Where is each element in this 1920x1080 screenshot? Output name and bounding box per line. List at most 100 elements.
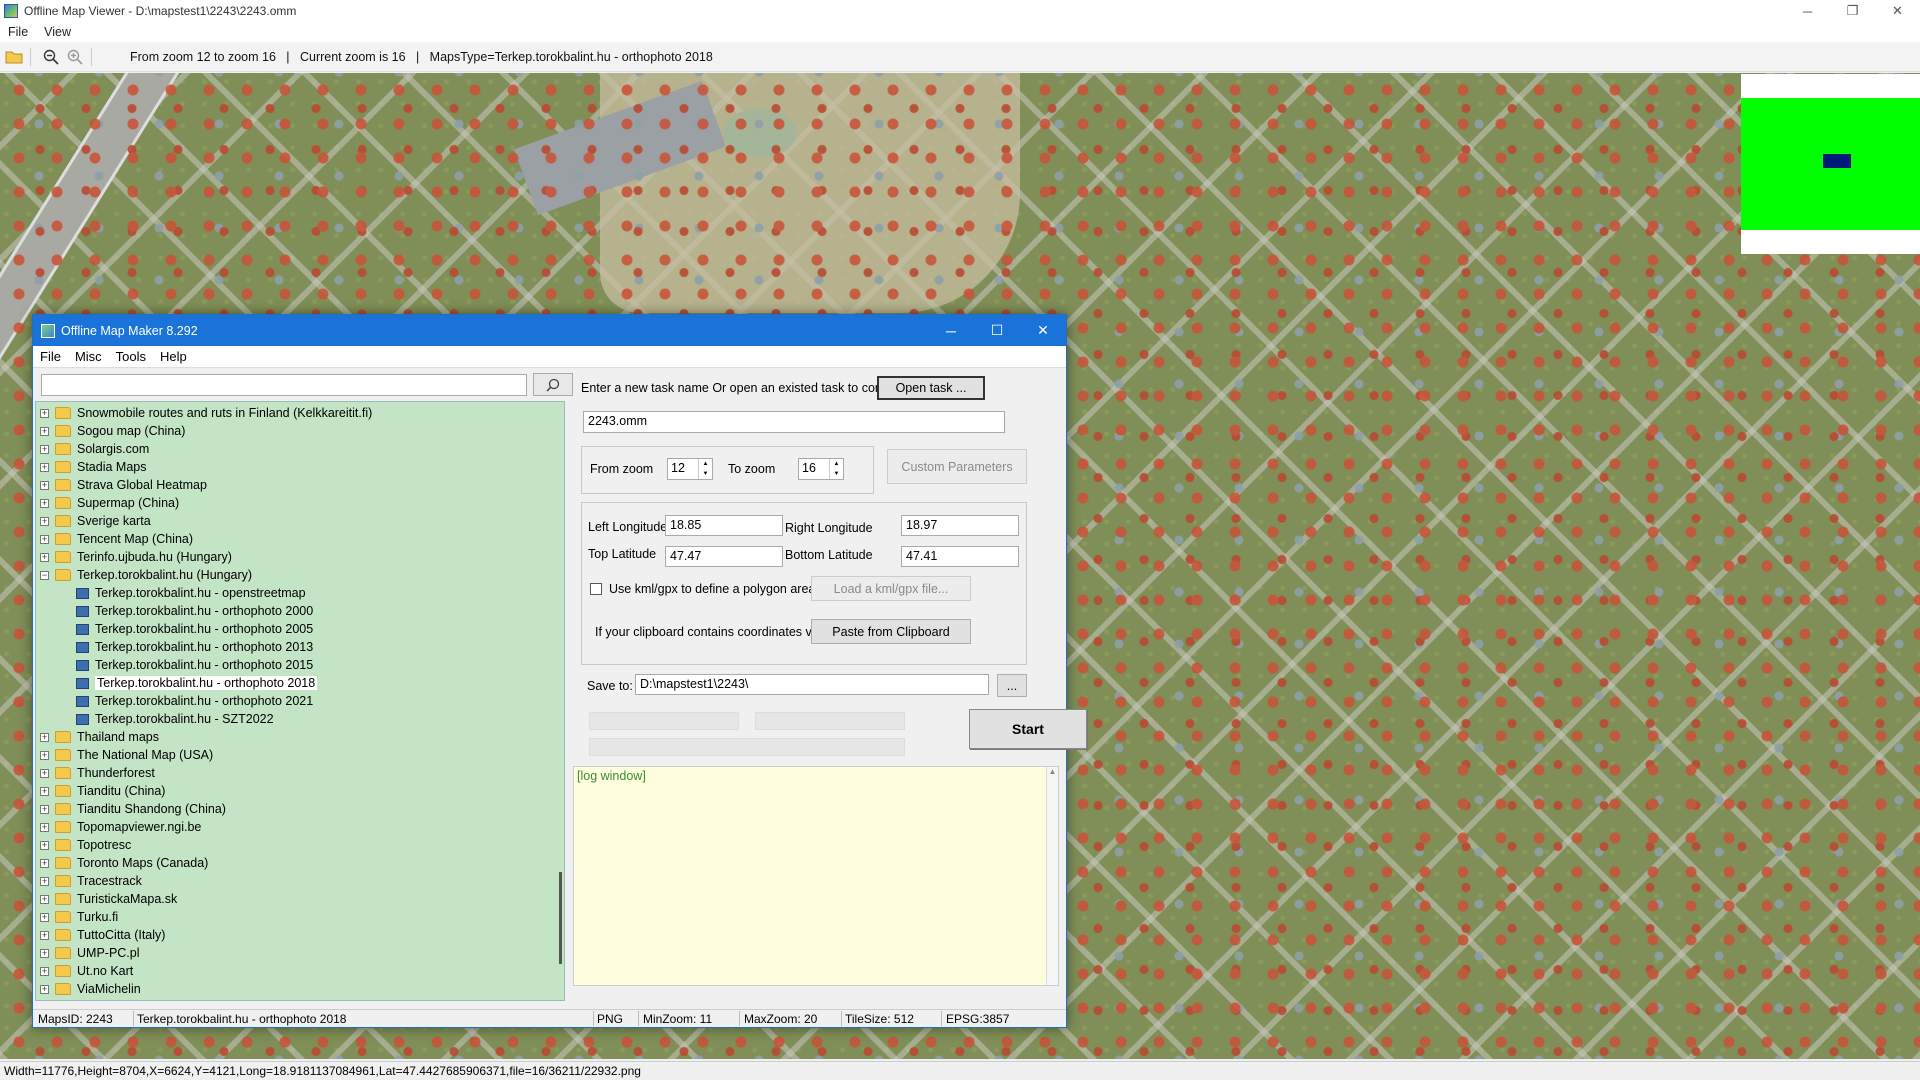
expand-icon[interactable]: + (40, 912, 49, 922)
log-window[interactable]: [log window] ▲ (573, 766, 1059, 986)
tree-folder-item[interactable]: + ViaMichelin (36, 980, 141, 998)
paste-clipboard-button[interactable]: Paste from Clipboard (811, 619, 971, 644)
expand-icon[interactable]: + (40, 786, 49, 796)
tree-folder-item[interactable]: + Stadia Maps (36, 458, 146, 476)
tree-map-item[interactable]: Terkep.torokbalint.hu - orthophoto 2013 (36, 638, 313, 656)
from-zoom-spinner[interactable]: 12 ▲ ▼ (667, 458, 713, 480)
tree-map-item[interactable]: Terkep.torokbalint.hu - orthophoto 2000 (36, 602, 313, 620)
expand-icon[interactable]: + (40, 444, 49, 454)
start-button[interactable]: Start (969, 709, 1087, 749)
bottom-latitude-input[interactable]: 47.41 (901, 546, 1019, 567)
expand-icon[interactable]: + (40, 534, 49, 544)
expand-icon[interactable]: + (40, 750, 49, 760)
zoom-in-icon[interactable] (65, 47, 85, 67)
browse-button[interactable]: ... (997, 674, 1027, 697)
expand-icon[interactable]: + (40, 804, 49, 814)
log-scrollbar[interactable]: ▲ (1046, 767, 1058, 985)
tree-folder-item[interactable]: + Tracestrack (36, 872, 142, 890)
to-zoom-spinner[interactable]: 16 ▲ ▼ (798, 458, 844, 480)
restore-button[interactable]: ❐ (1830, 0, 1875, 22)
folder-icon (55, 929, 71, 941)
spinner-arrows-icon[interactable]: ▲ ▼ (698, 459, 712, 479)
tree-folder-item[interactable]: + Topotresc (36, 836, 131, 854)
tree-folder-item[interactable]: + Terinfo.ujbuda.hu (Hungary) (36, 548, 232, 566)
expand-icon[interactable]: + (40, 498, 49, 508)
dialog-close-button[interactable]: ✕ (1020, 315, 1066, 346)
tree-map-item[interactable]: Terkep.torokbalint.hu - openstreetmap (36, 584, 306, 602)
expand-icon[interactable]: + (40, 966, 49, 976)
tree-folder-item[interactable]: + Toronto Maps (Canada) (36, 854, 208, 872)
expand-icon[interactable]: + (40, 426, 49, 436)
open-folder-icon[interactable] (4, 47, 24, 67)
tree-folder-item[interactable]: + Thunderforest (36, 764, 155, 782)
tree-folder-item[interactable]: + Tianditu (China) (36, 782, 165, 800)
dialog-menu-misc[interactable]: Misc (68, 349, 109, 364)
tree-map-item[interactable]: Terkep.torokbalint.hu - SZT2022 (36, 710, 274, 728)
open-task-button[interactable]: Open task ... (877, 376, 985, 400)
tree-folder-item[interactable]: + Ut.no Kart (36, 962, 133, 980)
tree-map-item[interactable]: Terkep.torokbalint.hu - orthophoto 2018 (36, 674, 318, 692)
tree-scrollbar[interactable] (554, 402, 564, 1000)
expand-icon[interactable]: + (40, 822, 49, 832)
tree-folder-item[interactable]: + Thailand maps (36, 728, 159, 746)
tree-folder-item[interactable]: − Terkep.torokbalint.hu (Hungary) (36, 566, 252, 584)
tree-folder-item[interactable]: + Turku.fi (36, 908, 118, 926)
tree-map-item[interactable]: Terkep.torokbalint.hu - orthophoto 2021 (36, 692, 313, 710)
dialog-maximize-button[interactable]: ☐ (974, 315, 1020, 346)
tree-folder-item[interactable]: + Tencent Map (China) (36, 530, 193, 548)
zoom-out-icon[interactable] (41, 47, 61, 67)
expand-icon[interactable]: + (40, 516, 49, 526)
spinner-arrows-icon[interactable]: ▲ ▼ (829, 459, 843, 479)
tree-folder-item[interactable]: + Strava Global Heatmap (36, 476, 207, 494)
menu-file[interactable]: File (0, 25, 36, 39)
left-longitude-input[interactable]: 18.85 (665, 515, 783, 536)
close-button[interactable]: ✕ (1875, 0, 1920, 22)
kml-checkbox[interactable] (590, 583, 602, 595)
collapse-icon[interactable]: − (40, 570, 49, 580)
tree-map-item[interactable]: Terkep.torokbalint.hu - orthophoto 2005 (36, 620, 313, 638)
dialog-menu-tools[interactable]: Tools (109, 349, 153, 364)
minimize-button[interactable]: ─ (1785, 0, 1830, 22)
tree-scroll-thumb[interactable] (559, 872, 562, 964)
dialog-menu-file[interactable]: File (33, 349, 68, 364)
dialog-menu-help[interactable]: Help (153, 349, 194, 364)
tree-folder-item[interactable]: + UMP-PC.pl (36, 944, 140, 962)
expand-icon[interactable]: + (40, 552, 49, 562)
load-kml-button[interactable]: Load a kml/gpx file... (811, 576, 971, 601)
tree-folder-item[interactable]: + Sverige karta (36, 512, 151, 530)
tree-folder-item[interactable]: + Snowmobile routes and ruts in Finland (… (36, 404, 372, 422)
tree-folder-item[interactable]: + TuttoCitta (Italy) (36, 926, 165, 944)
menu-view[interactable]: View (36, 25, 79, 39)
tree-folder-item[interactable]: + TuristickaMapa.sk (36, 890, 177, 908)
expand-icon[interactable]: + (40, 876, 49, 886)
top-latitude-input[interactable]: 47.47 (665, 546, 783, 567)
task-name-input[interactable]: 2243.omm (583, 411, 1005, 433)
expand-icon[interactable]: + (40, 858, 49, 868)
expand-icon[interactable]: + (40, 732, 49, 742)
search-input[interactable] (41, 374, 527, 396)
expand-icon[interactable]: + (40, 768, 49, 778)
expand-icon[interactable]: + (40, 462, 49, 472)
tree-folder-item[interactable]: + Supermap (China) (36, 494, 179, 512)
save-to-input[interactable]: D:\mapstest1\2243\ (635, 674, 989, 695)
expand-icon[interactable]: + (40, 948, 49, 958)
dialog-minimize-button[interactable]: ─ (928, 315, 974, 346)
tree-folder-item[interactable]: + The National Map (USA) (36, 746, 213, 764)
tree-folder-item[interactable]: + Solargis.com (36, 440, 149, 458)
tree-folder-item[interactable]: + Topomapviewer.ngi.be (36, 818, 201, 836)
expand-icon[interactable]: + (40, 840, 49, 850)
overview-minimap[interactable] (1741, 74, 1920, 254)
tree-map-item[interactable]: Terkep.torokbalint.hu - orthophoto 2015 (36, 656, 313, 674)
maps-tree[interactable]: + Snowmobile routes and ruts in Finland (… (35, 401, 565, 1001)
search-button[interactable] (533, 373, 573, 396)
expand-icon[interactable]: + (40, 984, 49, 994)
tree-folder-item[interactable]: + Sogou map (China) (36, 422, 185, 440)
expand-icon[interactable]: + (40, 930, 49, 940)
expand-icon[interactable]: + (40, 480, 49, 490)
expand-icon[interactable]: + (40, 408, 49, 418)
minimap-viewport[interactable] (1823, 154, 1851, 168)
right-longitude-input[interactable]: 18.97 (901, 515, 1019, 536)
expand-icon[interactable]: + (40, 894, 49, 904)
custom-parameters-button[interactable]: Custom Parameters (887, 449, 1027, 484)
tree-folder-item[interactable]: + Tianditu Shandong (China) (36, 800, 226, 818)
